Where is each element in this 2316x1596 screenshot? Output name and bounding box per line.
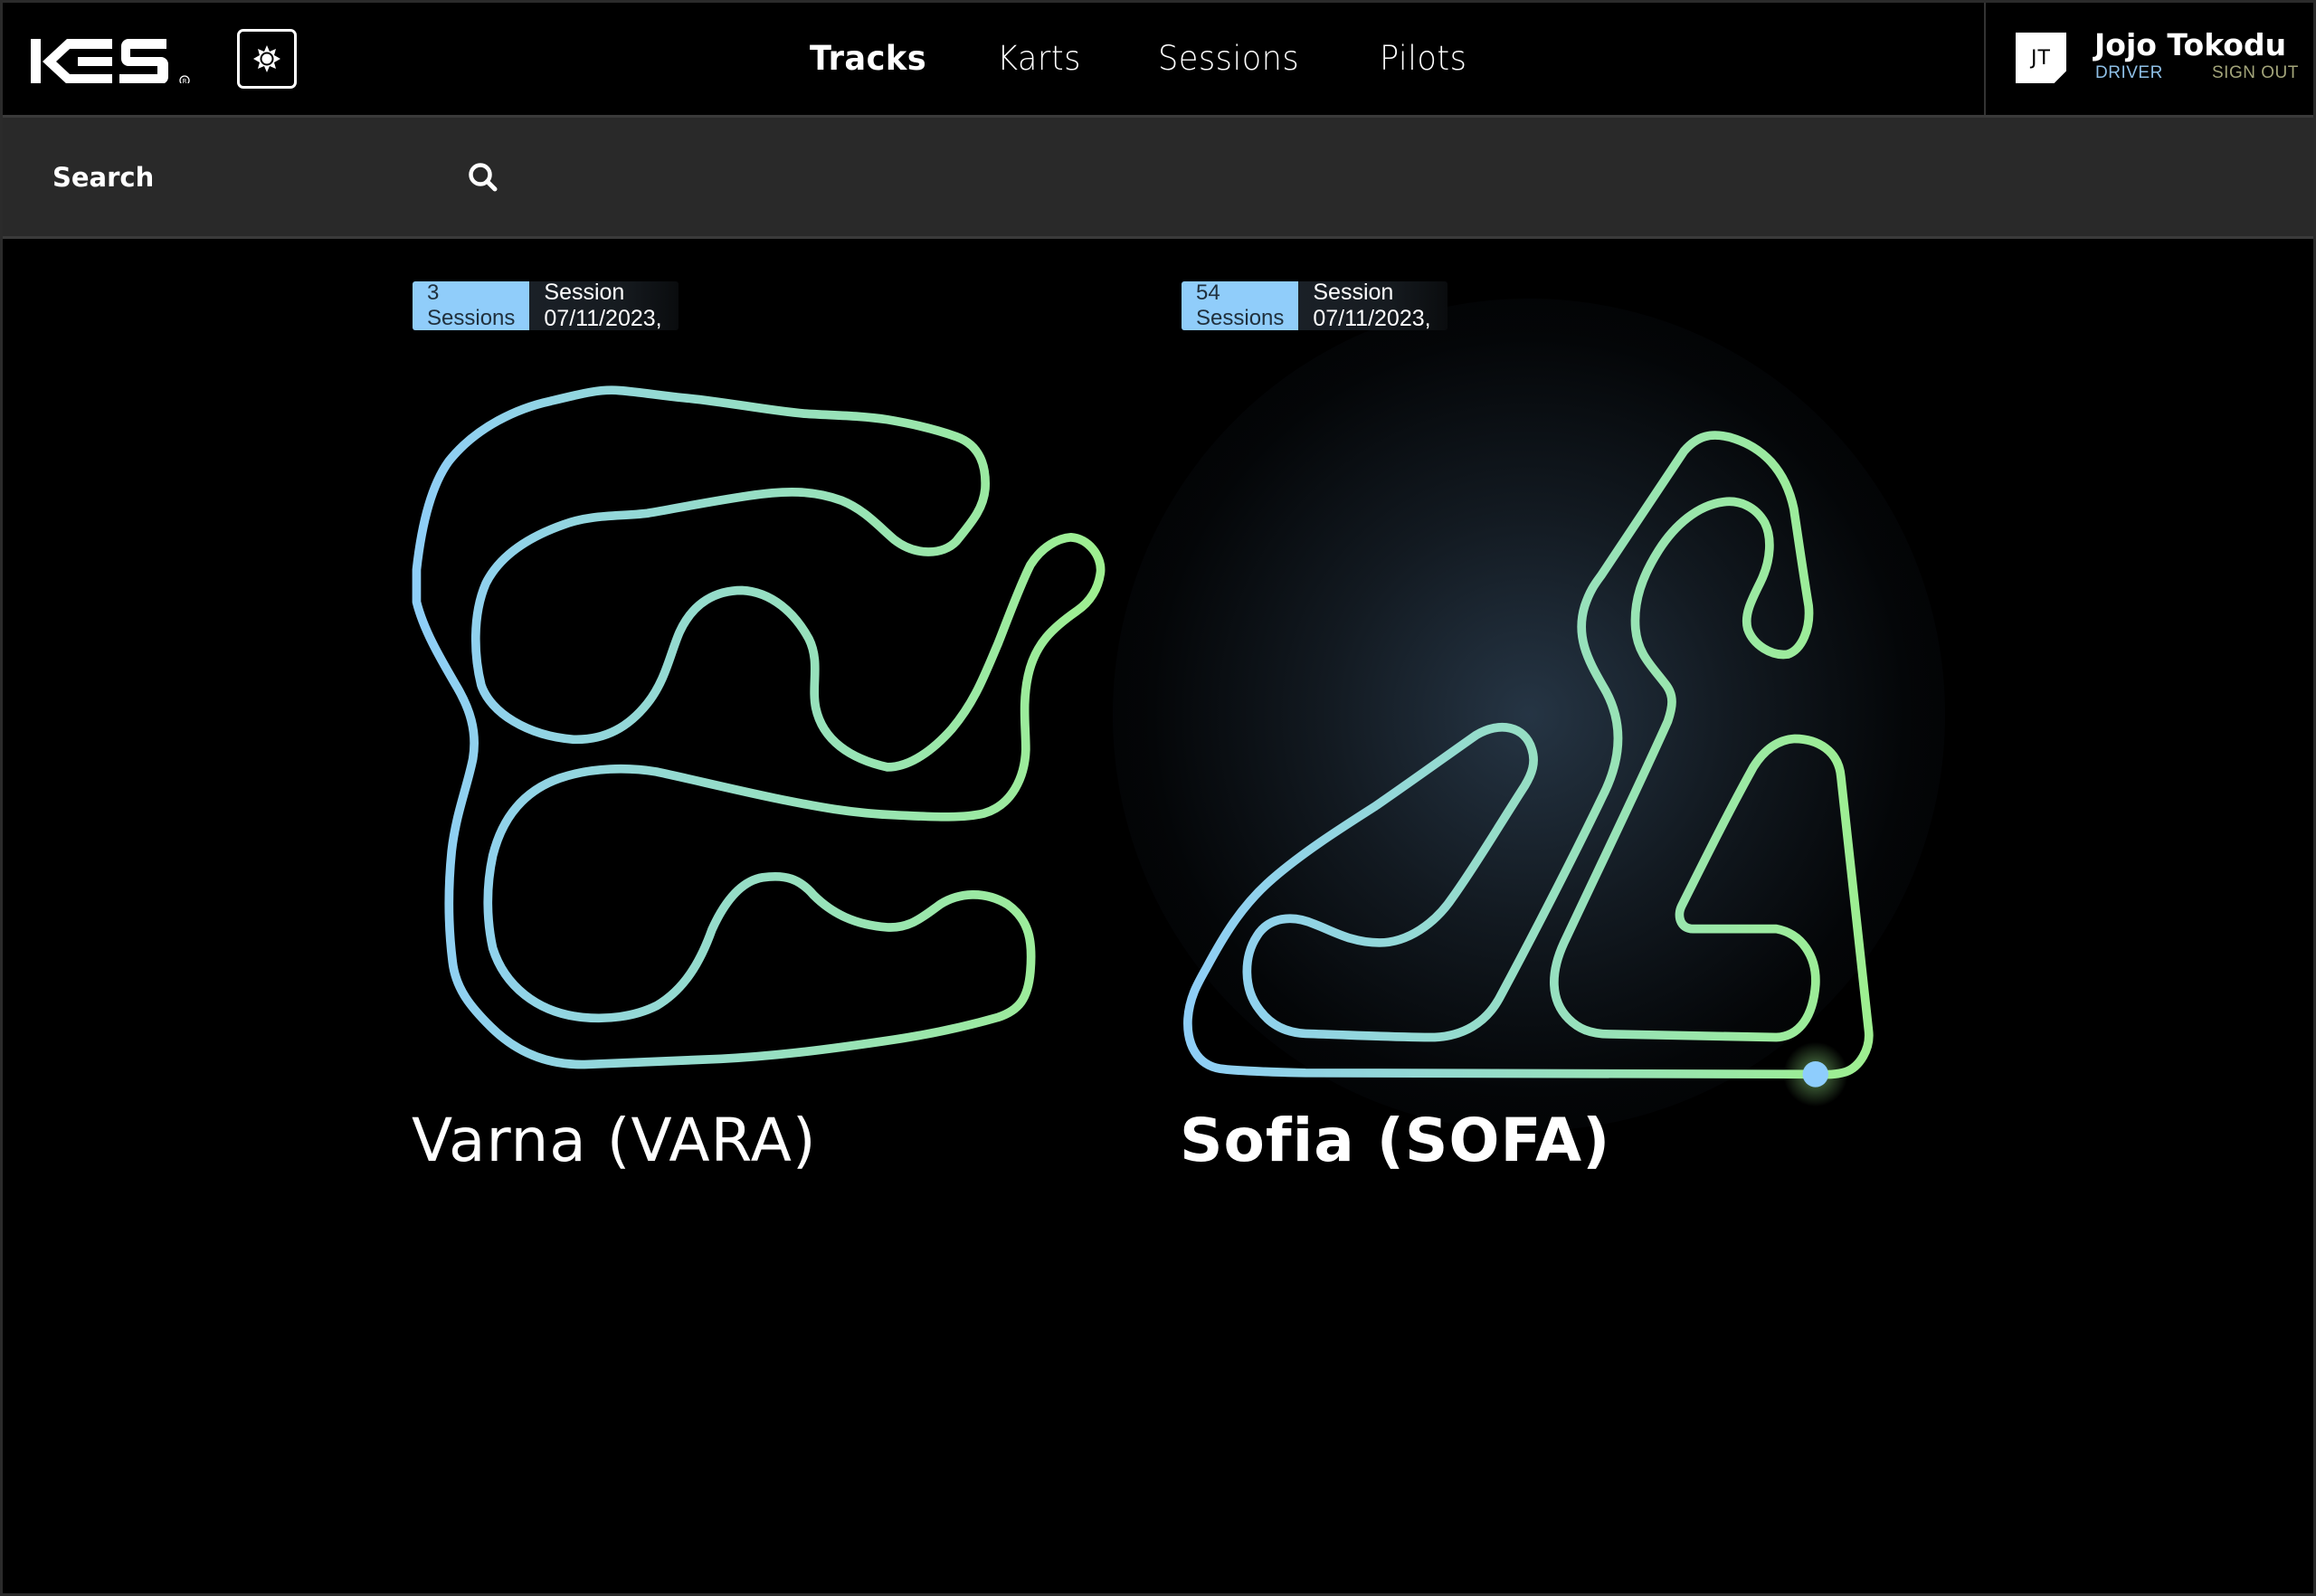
track-title[interactable]: Sofia (SOFA) xyxy=(1180,1106,1610,1175)
search-icon[interactable] xyxy=(467,161,499,194)
nav-pilots[interactable]: Pilots xyxy=(1380,36,1466,81)
top-header: R Tracks Karts Sessions Pilots JT Jojo T… xyxy=(0,0,2316,118)
start-finish-dot xyxy=(1802,1061,1829,1088)
track-map-varna[interactable] xyxy=(398,362,1122,1069)
last-session-label: Last Session 07/11/2023, 14:43:58 xyxy=(529,281,679,330)
nav-sessions[interactable]: Sessions xyxy=(1158,36,1299,81)
nav-karts[interactable]: Karts xyxy=(997,36,1081,81)
user-name: Jojo Tokodu xyxy=(2094,27,2287,62)
sign-out-link[interactable]: SIGN OUT xyxy=(2212,63,2299,83)
avatar-initials: JT xyxy=(2031,46,2051,70)
sessions-count-badge: 54 Sessions xyxy=(1182,281,1299,330)
track-meta: 3 Sessions Last Session 07/11/2023, 14:4… xyxy=(413,281,679,330)
last-session-label: Last Session 07/11/2023, 21:55:48 xyxy=(1298,281,1448,330)
user-role: DRIVER xyxy=(2095,63,2163,82)
window-frame xyxy=(0,0,2316,1596)
track-title[interactable]: Varna (VARA) xyxy=(412,1106,817,1175)
main-nav: Tracks Karts Sessions Pilots xyxy=(0,36,2316,81)
search-bar xyxy=(0,118,2316,239)
sessions-count-badge: 3 Sessions xyxy=(413,281,530,330)
user-menu: JT Jojo Tokodu DRIVER SIGN OUT xyxy=(1984,0,2316,115)
nav-tracks[interactable]: Tracks xyxy=(810,36,926,81)
track-path xyxy=(1183,431,1874,1079)
track-map-sofia[interactable] xyxy=(1167,398,1891,1107)
track-meta: 54 Sessions Last Session 07/11/2023, 21:… xyxy=(1182,281,1448,330)
avatar[interactable]: JT xyxy=(2016,33,2066,83)
track-path xyxy=(412,385,1106,1069)
search-input[interactable] xyxy=(51,154,452,201)
